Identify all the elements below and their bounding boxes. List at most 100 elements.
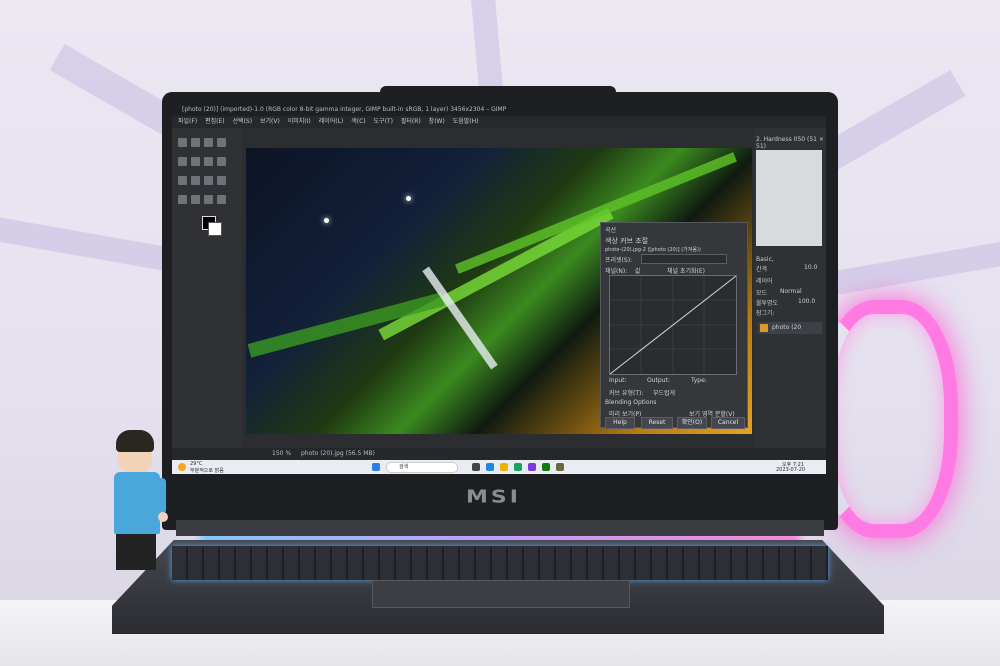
clock-date[interactable]: 2023-07-20 xyxy=(776,467,805,473)
store-icon[interactable] xyxy=(528,463,536,471)
layer-name: photo (20 xyxy=(772,324,802,331)
curves-dialog: 곡선 색상 커브 조절 photo-(20).jpg-2 ([photo (20… xyxy=(600,222,748,429)
cancel-button[interactable]: Cancel xyxy=(711,417,745,429)
taskbar-search[interactable]: 검색 xyxy=(386,462,458,473)
brush-tool-icon[interactable] xyxy=(178,176,187,185)
flip-tool-icon[interactable] xyxy=(217,157,226,166)
app-icon[interactable] xyxy=(486,463,494,471)
figurine-body xyxy=(114,472,160,534)
layer-row[interactable]: photo (20 xyxy=(758,322,822,334)
warp-tool-icon[interactable] xyxy=(204,157,213,166)
brand-logo: MSI xyxy=(466,487,521,508)
type-label: Type: xyxy=(691,377,707,384)
right-dock: 2. Hardness 050 (51 × 51) Basic, 간격 10.0… xyxy=(754,128,826,448)
mode-label: 모드 xyxy=(756,290,768,297)
select-tool-icon[interactable] xyxy=(191,138,200,147)
zoom-tool-icon[interactable] xyxy=(217,195,226,204)
menu-view[interactable]: 보기(V) xyxy=(260,118,280,125)
spacing-value[interactable]: 10.0 xyxy=(804,264,817,271)
preset-label: 프리셋(S): xyxy=(605,257,633,264)
layer-thumbnail xyxy=(760,324,768,332)
channel-select[interactable]: 값 xyxy=(635,266,641,275)
laptop-screen: [photo (20)] (imported)-1.0 (RGB color 8… xyxy=(172,104,826,474)
weather-text: 부분적으로 맑음 xyxy=(190,468,224,474)
edge-icon[interactable] xyxy=(514,463,522,471)
photo-light xyxy=(324,218,329,223)
curve-graph[interactable] xyxy=(609,275,737,375)
menu-bar: 파일(F) 편집(E) 선택(S) 보기(V) 이미지(I) 레이어(L) 색(… xyxy=(172,116,826,128)
blending-options[interactable]: Blending Options xyxy=(605,399,656,406)
keyboard xyxy=(172,546,828,580)
menu-image[interactable]: 이미지(I) xyxy=(288,118,311,125)
menu-layer[interactable]: 레이어(L) xyxy=(319,118,344,125)
reset-button[interactable]: Reset xyxy=(641,417,673,429)
dialog-title: 색상 커브 조절 xyxy=(605,237,649,245)
xbox-icon[interactable] xyxy=(542,463,550,471)
status-bar: 150 % photo (20).jpg (56.5 MB) xyxy=(172,448,826,460)
preset-select[interactable] xyxy=(641,254,727,264)
gimp-icon[interactable] xyxy=(556,463,564,471)
picker-tool-icon[interactable] xyxy=(204,195,213,204)
toolbox xyxy=(172,128,242,448)
figurine-hand xyxy=(158,512,168,522)
figurine-hair xyxy=(116,430,154,452)
dialog-subtitle: photo-(20).jpg-2 ([photo (20)] (가져옴)) xyxy=(605,247,701,253)
figurine-legs xyxy=(116,532,156,570)
start-icon[interactable] xyxy=(372,463,380,471)
ring-light xyxy=(818,300,958,538)
tool-grid xyxy=(172,128,242,216)
dialog-header: 곡선 xyxy=(605,227,617,234)
window-title: [photo (20)] (imported)-1.0 (RGB color 8… xyxy=(172,104,826,116)
curve-svg xyxy=(609,275,737,375)
smudge-tool-icon[interactable] xyxy=(217,176,226,185)
help-button[interactable]: Help xyxy=(605,417,635,429)
channel-label: 채널(N): xyxy=(605,268,628,275)
mode-select[interactable]: Normal xyxy=(780,288,802,295)
eraser-tool-icon[interactable] xyxy=(191,176,200,185)
folder-icon[interactable] xyxy=(500,463,508,471)
menu-tools[interactable]: 도구(T) xyxy=(374,118,393,125)
menu-help[interactable]: 도움말(H) xyxy=(453,118,479,125)
menu-windows[interactable]: 창(W) xyxy=(429,118,445,125)
menu-file[interactable]: 파일(F) xyxy=(178,118,197,125)
brush-preset: Basic, xyxy=(756,256,774,263)
lasso-tool-icon[interactable] xyxy=(204,138,213,147)
clone-tool-icon[interactable] xyxy=(204,176,213,185)
layers-tab[interactable]: 레이어 xyxy=(756,276,773,285)
opacity-label: 불투명도 xyxy=(756,300,779,307)
photo-bridge-beam xyxy=(378,207,614,341)
menu-select[interactable]: 선택(S) xyxy=(233,118,253,125)
hinge xyxy=(176,520,824,536)
menu-edit[interactable]: 편집(E) xyxy=(205,118,225,125)
zoom-select[interactable]: 150 % xyxy=(272,450,291,457)
brush-grid[interactable] xyxy=(756,150,822,246)
reset-channel-button[interactable]: 채널 초기화(E) xyxy=(667,266,705,275)
ok-button[interactable]: 확인(O) xyxy=(677,417,707,429)
crop-tool-icon[interactable] xyxy=(178,157,187,166)
curve-type-select[interactable]: 부드럽게 xyxy=(653,388,675,397)
file-info: photo (20).jpg (56.5 MB) xyxy=(300,450,375,457)
opacity-value[interactable]: 100.0 xyxy=(798,298,815,305)
input-label: Input: xyxy=(609,377,627,384)
brush-name: 2. Hardness 050 (51 × 51) xyxy=(756,136,824,150)
curve-type-label: 커브 유형(T): xyxy=(609,390,644,397)
text-tool-icon[interactable] xyxy=(178,195,187,204)
output-label: Output: xyxy=(647,377,670,384)
search-label: 검색 xyxy=(399,464,409,470)
menu-filters[interactable]: 필터(R) xyxy=(401,118,421,125)
wand-tool-icon[interactable] xyxy=(217,138,226,147)
bg-color-swatch[interactable] xyxy=(208,222,222,236)
gradient-tool-icon[interactable] xyxy=(191,195,200,204)
weather-icon[interactable] xyxy=(178,463,186,471)
spacing-label: 간격 xyxy=(756,266,768,273)
photo-light xyxy=(406,196,411,201)
transform-tool-icon[interactable] xyxy=(191,157,200,166)
menu-color[interactable]: 색(C) xyxy=(351,118,365,125)
photo-bridge-beam xyxy=(247,292,445,358)
app-icon[interactable] xyxy=(472,463,480,471)
move-tool-icon[interactable] xyxy=(178,138,187,147)
taskbar: 29°C 부분적으로 맑음 검색 오후 7:21 2023-07-20 xyxy=(172,460,826,474)
lock-label: 잠그기: xyxy=(756,310,775,317)
figurine-arm xyxy=(156,478,166,514)
touchpad xyxy=(372,580,630,608)
